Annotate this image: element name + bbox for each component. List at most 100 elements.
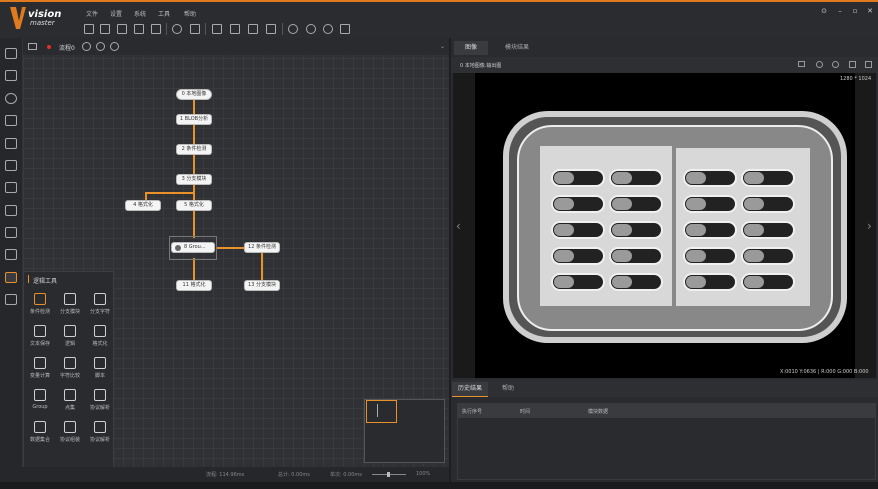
logic-tools-icon[interactable] [5,272,17,283]
collect-icon[interactable] [5,48,17,59]
tool-label: 字符比较 [59,373,80,379]
tool-item[interactable]: 格式化 [85,325,115,347]
ui-design-icon[interactable] [212,24,222,34]
zoom-level: 100% [416,471,431,477]
tool-item[interactable]: 逻辑 [55,325,85,347]
node-blob[interactable]: 1 BLOB分析 [177,115,211,124]
run-once-icon[interactable] [288,24,298,34]
menu-system[interactable]: 系统 [134,9,146,18]
screenshot-icon[interactable] [190,24,200,34]
tool-item[interactable]: 分支字符 [85,293,115,315]
tab-module-result[interactable]: 模块结果 [495,41,539,55]
capsule-half [554,224,574,236]
tool-item[interactable]: 分支模块 [55,293,85,315]
node-format-4[interactable]: 4 格式化 [126,201,160,210]
help-icon[interactable]: ⊙ [820,8,828,15]
tool-label: 协议解析 [89,405,110,411]
run-loop-icon[interactable] [306,24,316,34]
communication-tools-icon[interactable] [5,294,17,305]
tool-item[interactable]: 点集 [55,389,85,411]
save-icon[interactable] [100,24,110,34]
minimap-viewport[interactable] [366,400,397,423]
next-image-icon[interactable]: › [867,219,872,233]
link [193,258,195,281]
logic-icon [64,325,76,337]
maximize-icon[interactable]: ▫ [851,8,859,15]
tool-item[interactable]: 字符比较 [55,357,85,379]
tab-history-result[interactable]: 历史结果 [452,382,488,397]
defect-detect-icon[interactable] [5,249,17,260]
tool-item[interactable]: 数据集合 [25,421,55,443]
log-icon[interactable] [340,24,350,34]
capsule-half [612,250,632,262]
close-icon[interactable]: ✕ [866,8,874,15]
image-process-icon[interactable] [5,205,17,216]
zoom-in-icon[interactable] [816,61,823,68]
tool-item[interactable]: Group [25,389,55,411]
communication-icon[interactable] [230,24,240,34]
loop-process-icon[interactable] [96,42,105,51]
export-icon[interactable] [151,24,161,34]
tool-item[interactable]: 条件检测 [25,293,55,315]
global-script-icon[interactable] [266,24,276,34]
import-icon[interactable] [134,24,144,34]
link [216,247,246,249]
menu-help[interactable]: 帮助 [184,9,196,18]
toolbox-title: 逻辑工具 [33,278,58,285]
locate-icon[interactable] [5,93,17,104]
node-branch-13[interactable]: 13 分支模块 [245,281,279,290]
menu-file[interactable]: 文件 [86,9,98,18]
menu-settings[interactable]: 设置 [110,9,122,18]
node-format-11[interactable]: 11 格式化 [177,281,211,290]
node-condition-12[interactable]: 12 条件检测 [245,243,279,252]
tool-item[interactable]: 文本保存 [25,325,55,347]
tool-item[interactable]: 协议解析 [85,421,115,443]
minimize-icon[interactable]: – [836,8,844,15]
col-time: 时间 [520,409,531,415]
zoom-out-icon[interactable] [832,61,839,68]
flow-time: 流程: 114.96ms [206,472,245,478]
image-source-icon[interactable] [5,70,17,81]
node-format-5[interactable]: 5 格式化 [177,201,211,210]
stop-icon[interactable] [323,24,333,34]
menu-tools[interactable]: 工具 [158,9,170,18]
tool-item[interactable]: 脚本 [85,357,115,379]
prev-image-icon[interactable]: ‹ [456,219,461,233]
capsule-half [744,198,764,210]
new-file-icon[interactable] [84,24,94,34]
capsule-half [554,276,574,288]
node-branch[interactable]: 3 分支模块 [177,175,211,184]
save-as-icon[interactable] [117,24,127,34]
tab-image[interactable]: 图像 [454,41,488,55]
tool-label: 点集 [64,405,75,411]
display-settings-icon[interactable] [798,61,805,67]
align-icon[interactable] [5,182,17,193]
tool-item[interactable]: 变量计算 [25,357,55,379]
camera-icon[interactable] [172,24,182,34]
measure-icon[interactable] [5,115,17,126]
tool-label: 数据集合 [29,437,50,443]
stop-process-icon[interactable] [110,42,119,51]
recognize-icon[interactable] [5,138,17,149]
tab-help[interactable]: 帮助 [494,382,522,396]
node-condition[interactable]: 2 条件检测 [177,145,211,154]
color-process-icon[interactable] [5,227,17,238]
protocol-build-icon [64,421,76,433]
tool-item[interactable]: 协议组装 [55,421,85,443]
run-process-icon[interactable] [82,42,91,51]
node-local-image[interactable]: 0 本地图像 [177,90,211,99]
calibrate-icon[interactable] [5,160,17,171]
tool-grid: 条件检测 分支模块 分支字符 文本保存 逻辑 格式化 变量计算 字符比较 脚本 Group 点集 协议… [25,293,115,443]
format-icon [94,325,106,337]
process-tab[interactable]: 流程0 [59,43,75,52]
fit-image-icon[interactable] [849,61,856,68]
tool-item[interactable]: 协议解析 [85,389,115,411]
collapse-icon[interactable]: ⌄ [440,43,445,50]
global-var-icon[interactable] [248,24,258,34]
tool-label: 分支字符 [89,309,110,315]
toolbar-separator [205,23,206,35]
zoom-slider-handle[interactable] [387,472,390,477]
fullscreen-icon[interactable] [865,61,872,68]
flow-tree-icon[interactable] [28,43,37,50]
capsule-half [554,250,574,262]
